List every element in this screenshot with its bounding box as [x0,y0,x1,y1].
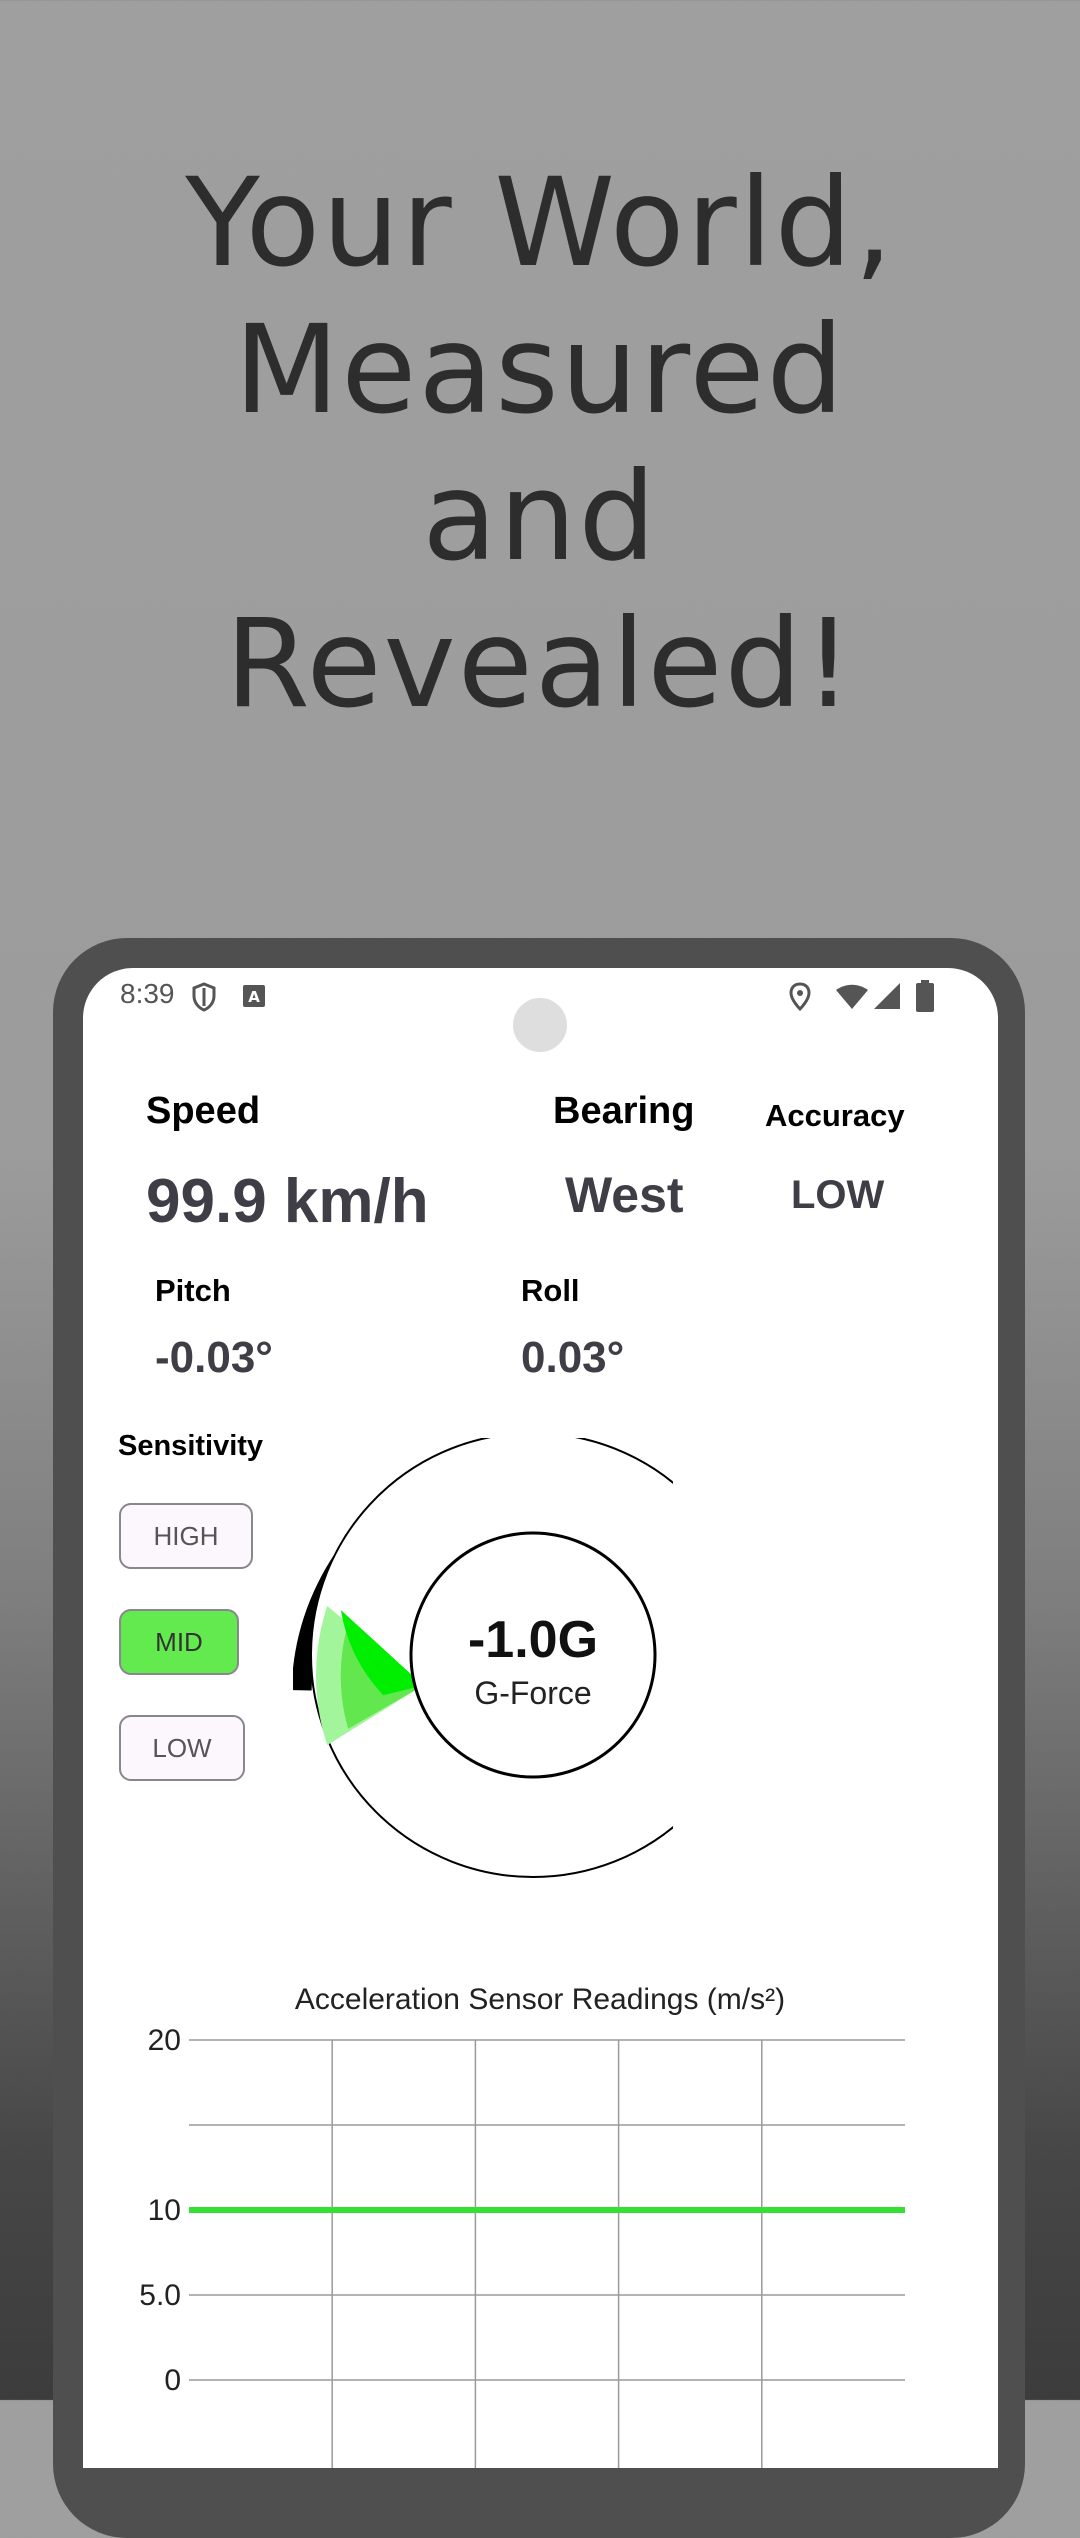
location-pin-icon [789,982,811,1012]
status-time: 8:39 [120,978,175,1009]
phone-screen: 8:39 A Speed 99.9 km/h Bearing West Accu… [83,968,998,2468]
speed-label: Speed [146,1090,261,1132]
battery-icon [916,980,934,1012]
y-tick-label: 20 [148,2024,181,2057]
sensitivity-mid-button[interactable]: MID [119,1609,239,1675]
accuracy-label: Accuracy [765,1098,905,1133]
cell-signal-icon [874,983,900,1009]
headline-line: Your World, [185,152,895,294]
y-tick-label: 0 [164,2364,181,2397]
headline-line: and [422,446,658,588]
chart-title: Acceleration Sensor Readings (m/s²) [295,1983,785,2016]
bearing-value: West [565,1167,684,1223]
sensitivity-high-button[interactable]: HIGH [119,1503,253,1569]
speed-value: 99.9 km/h [146,1167,429,1236]
bearing-label: Bearing [553,1090,695,1132]
gauge-value: -1.0G [468,1611,598,1669]
camera-cutout [513,998,567,1052]
headline-line: Revealed! [225,593,855,735]
sensitivity-label: Sensitivity [118,1430,264,1462]
chart-y-axis: 20 10 5.0 0 [139,2024,181,2397]
svg-text:A: A [248,988,260,1006]
shield-icon [192,982,216,1012]
acceleration-chart: Acceleration Sensor Readings (m/s²) 20 10… [139,1983,905,2468]
pitch-label: Pitch [155,1273,231,1308]
roll-label: Roll [521,1273,580,1308]
promo-headline: Your World, Measured and Revealed! [0,150,1080,738]
sensitivity-low-button[interactable]: LOW [119,1715,245,1781]
g-force-gauge: -1.0G G-Force [293,1438,673,1878]
gauge-label: G-Force [474,1675,591,1711]
y-tick-label: 10 [148,2194,181,2227]
wifi-icon [836,984,868,1009]
pitch-value: -0.03° [155,1333,273,1382]
roll-value: 0.03° [521,1333,625,1382]
headline-line: Measured [234,299,846,441]
text-a-icon: A [243,985,265,1007]
chart-grid [189,2039,905,2468]
accuracy-value: LOW [791,1173,885,1217]
y-tick-label: 5.0 [139,2279,181,2312]
